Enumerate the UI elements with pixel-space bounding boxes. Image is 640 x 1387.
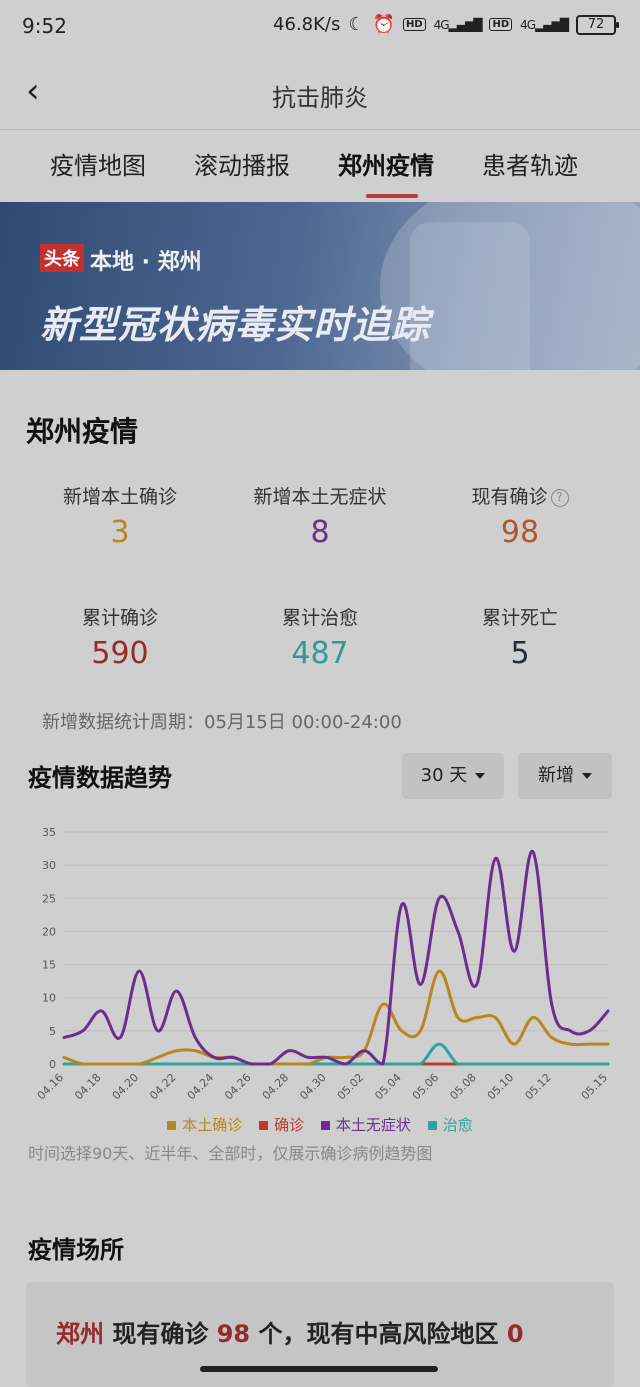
title-bar: ‹ 抗击肺炎 — [0, 54, 640, 130]
stat-value: 8 — [310, 515, 330, 550]
stat-label: 累计确诊 — [81, 607, 158, 629]
help-icon[interactable]: ? — [550, 488, 569, 507]
trend-chart[interactable]: 0 5 10 15 20 25 30 35 04.16 04.18 04.20 04.22 04.24 0… — [20, 810, 620, 1110]
venue-title: 疫情场所 — [28, 1236, 124, 1264]
tab-epidemic-map[interactable]: 疫情地图 — [50, 146, 146, 181]
y-tick-label: 0 — [49, 1058, 56, 1071]
y-tick-label: 30 — [42, 859, 56, 872]
stat-total-confirmed: 累计确诊 590 — [20, 603, 220, 671]
main-content: 郑州疫情 新增本土确诊 3 新增本土无症状 8 现有确诊? 98 累计确诊 59… — [0, 370, 640, 1387]
series-line-2 — [62, 850, 610, 1066]
stat-new-local-asymptomatic: 新增本土无症状 8 — [220, 482, 420, 550]
x-tick-label: 05.08 — [447, 1071, 478, 1102]
legend-item[interactable]: 确诊 — [259, 1114, 304, 1135]
x-tick-label: 05.12 — [522, 1071, 553, 1102]
x-tick-label: 04.22 — [147, 1071, 178, 1102]
x-tick-label: 04.28 — [260, 1071, 291, 1102]
caret-down-icon — [475, 773, 486, 779]
legend-item[interactable]: 本土无症状 — [320, 1114, 411, 1135]
trend-note: 时间选择90天、近半年、全部时，仅展示确诊病例趋势图 — [28, 1144, 433, 1163]
y-tick-label: 5 — [49, 1025, 56, 1038]
venue-city: 郑州 — [56, 1320, 104, 1348]
x-tick-label: 04.30 — [297, 1071, 328, 1102]
tab-rolling-news[interactable]: 滚动播报 — [194, 146, 290, 181]
banner[interactable]: 头条 本地 · 郑州 新型冠状病毒实时追踪 — [0, 202, 640, 370]
x-tick-label: 05.10 — [485, 1071, 516, 1102]
active-tab-indicator — [366, 194, 418, 198]
stat-total-recovered: 累计治愈 487 — [220, 603, 420, 671]
banner-tag: 头条 — [40, 244, 84, 272]
y-tick-label: 10 — [42, 992, 56, 1005]
hd-icon-2: HD — [489, 18, 513, 31]
stat-value: 590 — [91, 636, 149, 671]
page-title: 抗击肺炎 — [272, 84, 368, 112]
stat-label: 累计治愈 — [281, 607, 358, 629]
stat-label: 新增本土无症状 — [253, 486, 387, 508]
x-tick-label: 05.04 — [372, 1071, 403, 1102]
stat-label: 累计死亡 — [481, 607, 558, 629]
status-right: 46.8K/s ☾ ⏰ HD 4G▂▄▆█ HD 4G▂▄▆█ 72 — [273, 14, 619, 35]
stat-value: 3 — [110, 515, 130, 550]
range-dropdown[interactable]: 30 天 — [402, 753, 504, 799]
banner-slogan: 新型冠状病毒实时追踪 — [40, 303, 431, 347]
stat-total-deaths: 累计死亡 5 — [420, 603, 620, 671]
trend-title: 疫情数据趋势 — [28, 764, 172, 792]
signal-icon: 4G▂▄▆█ — [433, 17, 483, 32]
x-tick-label: 05.15 — [579, 1071, 610, 1102]
y-tick-label: 15 — [42, 959, 56, 972]
x-tick-label: 05.06 — [410, 1071, 441, 1102]
x-tick-label: 04.26 — [222, 1071, 253, 1102]
venue-risk: 0 — [506, 1320, 524, 1348]
banner-local: 本地 · 郑州 — [90, 250, 202, 275]
y-tick-label: 25 — [42, 892, 56, 905]
venue-text-1: 现有确诊 — [112, 1320, 209, 1348]
stat-value: 5 — [510, 636, 530, 671]
y-tick-label: 35 — [42, 826, 56, 839]
status-bar: 9:52 46.8K/s ☾ ⏰ HD 4G▂▄▆█ HD 4G▂▄▆█ 72 — [0, 0, 640, 54]
chart-legend: 本土确诊 确诊 本土无症状 治愈 — [0, 1114, 640, 1135]
stat-label: 新增本土确诊 — [62, 486, 177, 508]
home-indicator[interactable] — [200, 1366, 438, 1372]
venue-text-2: 个，现有中高风险地区 — [258, 1320, 499, 1348]
venue-summary: 郑州 现有确诊 98 个，现有中高风险地区 0 — [56, 1314, 524, 1349]
stat-label: 现有确诊? — [420, 482, 620, 509]
status-time: 9:52 — [22, 14, 67, 38]
moon-icon: ☾ — [348, 14, 365, 35]
x-tick-label: 05.02 — [335, 1071, 366, 1102]
x-tick-label: 04.16 — [35, 1071, 66, 1102]
x-tick-label: 04.18 — [72, 1071, 103, 1102]
legend-item[interactable]: 本土确诊 — [167, 1114, 242, 1135]
stat-period-note: 新增数据统计周期：05月15日 00:00-24:00 — [42, 712, 402, 733]
section-title: 郑州疫情 — [26, 415, 139, 448]
stat-value: 98 — [500, 515, 540, 550]
tab-patient-track[interactable]: 患者轨迹 — [482, 146, 578, 181]
stat-value: 487 — [291, 636, 349, 671]
hd-icon: HD — [402, 18, 426, 31]
y-tick-label: 20 — [42, 925, 56, 938]
mode-dropdown[interactable]: 新增 — [518, 753, 612, 799]
caret-down-icon — [582, 773, 592, 779]
tab-zhengzhou[interactable]: 郑州疫情 — [338, 146, 434, 181]
legend-item[interactable]: 治愈 — [427, 1114, 473, 1135]
trend-chart-svg: 0510152025303504.16 04.18 04.20 04.22 04.24 0… — [35, 826, 610, 1102]
x-tick-label: 04.24 — [185, 1071, 216, 1102]
venue-count: 98 — [216, 1320, 251, 1348]
x-tick-label: 04.20 — [110, 1071, 141, 1102]
alarm-icon: ⏰ — [372, 14, 395, 35]
stat-current-confirmed: 现有确诊? 98 — [420, 482, 620, 550]
tab-bar: 疫情地图 滚动播报 郑州疫情 患者轨迹 — [0, 130, 640, 202]
signal-icon-2: 4G▂▄▆█ — [520, 17, 569, 32]
stat-new-local-confirmed: 新增本土确诊 3 — [20, 482, 220, 550]
battery-icon: 72 — [576, 14, 619, 35]
network-speed: 46.8K/s — [273, 14, 341, 35]
